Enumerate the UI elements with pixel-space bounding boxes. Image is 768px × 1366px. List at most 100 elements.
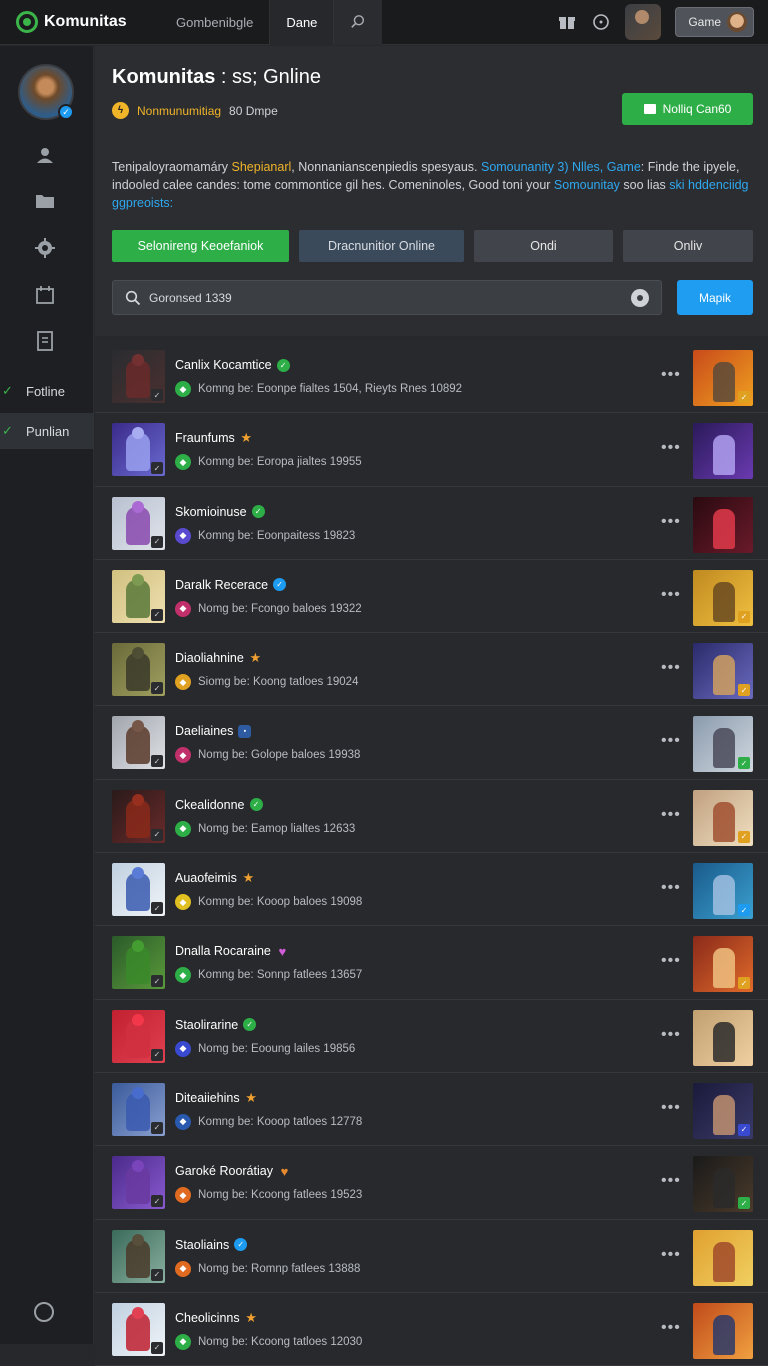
community-thumbnail[interactable]: ✓ [112,569,165,623]
desc-link[interactable]: Somounitay [554,178,620,192]
game-cover[interactable]: ✓ [693,1082,753,1139]
community-thumbnail[interactable]: ✓ [112,643,165,697]
game-cover[interactable] [693,423,753,480]
list-item[interactable]: ✓ Daralk Recerace ✓ ◆ Nomg be: Fcongo ba… [95,559,768,634]
community-thumbnail[interactable]: ✓ [112,716,165,770]
game-cover[interactable]: ✓ [693,1156,753,1213]
game-cover[interactable] [693,496,753,553]
list-item[interactable]: ✓ Canlix Kocamtice ✓ ◆ Komng be: Eoonpe … [95,340,768,414]
game-cover[interactable]: ✓ [693,643,753,700]
game-cover[interactable] [693,1302,753,1359]
more-options-icon[interactable]: ••• [661,1099,681,1117]
list-item[interactable]: ✓ Diaoliahnine ★ ◆ Siomg be: Koong tatlo… [95,633,768,707]
community-name[interactable]: Daralk Recerace ✓ [175,578,287,592]
game-cover[interactable] [693,1229,753,1286]
list-item[interactable]: ✓ Cheolicinns ★ ◆ Nomg be: Kcoong tatloe… [95,1292,768,1366]
community-name[interactable]: Skomioinuse ✓ [175,505,265,519]
more-options-icon[interactable]: ••• [661,1246,681,1264]
search-button[interactable]: Mapik [677,280,753,315]
more-options-icon[interactable]: ••• [661,732,681,750]
search-settings-icon[interactable] [631,288,649,307]
friend-avatar[interactable] [625,4,662,40]
community-thumbnail[interactable]: ✓ [112,350,165,403]
community-name[interactable]: Dnalla Rocaraine ♥ [175,944,289,959]
tab-gombenibgle[interactable]: Gombenibgle [160,0,269,45]
community-name[interactable]: Fraunfums ★ [175,430,253,445]
community-thumbnail[interactable]: ✓ [112,1302,165,1356]
more-options-icon[interactable]: ••• [661,513,681,531]
tab-dane[interactable]: Dane [269,0,335,45]
search-input[interactable] [149,290,623,305]
more-options-icon[interactable]: ••• [661,879,681,897]
more-options-icon[interactable]: ••• [661,952,681,970]
more-options-icon[interactable]: ••• [661,366,681,384]
community-name[interactable]: Diteaiiehins ★ [175,1090,258,1105]
game-cover[interactable]: ✓ [693,789,753,846]
list-item[interactable]: ✓ Dnalla Rocaraine ♥ ◆ Komng be: Sonnp f… [95,926,768,1000]
community-name[interactable]: Garoké Roorátiay ♥ [175,1164,291,1179]
game-cover[interactable]: ✓ [693,569,753,626]
more-options-icon[interactable]: ••• [661,1319,681,1337]
list-item[interactable]: ✓ Diteaiiehins ★ ◆ Komng be: Kooop tatlo… [95,1072,768,1147]
list-item[interactable]: ✓ Staolirarine ✓ ◆ Nomg be: Eooung laile… [95,999,768,1073]
community-thumbnail[interactable]: ✓ [112,1156,165,1210]
community-name[interactable]: Canlix Kocamtice ✓ [175,358,290,372]
list-item[interactable]: ✓ Skomioinuse ✓ ◆ Komng be: Eoonpaitess … [95,486,768,560]
desc-link[interactable]: Somounanity 3) Nlles, Game [481,160,641,174]
user-menu[interactable]: Game [675,7,754,37]
community-name[interactable]: Ckealidonne ✓ [175,798,263,812]
filter-tab-4[interactable]: Onliv [623,230,753,262]
community-name[interactable]: Daeliaines ▪ [175,724,252,738]
community-thumbnail[interactable]: ✓ [112,863,165,917]
community-name[interactable]: Staoliains ✓ [175,1238,248,1252]
community-name[interactable]: Auaofeimis ★ [175,870,255,885]
game-cover[interactable]: ✓ [693,863,753,920]
sidebar-item-punlian[interactable]: ✓ Punlian [0,413,94,449]
desc-highlight[interactable]: Shepianarl [232,160,292,174]
list-item[interactable]: ✓ Daeliaines ▪ ◆ Nomg be: Golope baloes … [95,706,768,780]
list-item[interactable]: ✓ Fraunfums ★ ◆ Komng be: Eoropa jialtes… [95,413,768,487]
game-cover[interactable] [693,1009,753,1066]
community-thumbnail[interactable]: ✓ [112,496,165,550]
list-item[interactable]: ✓ Ckealidonne ✓ ◆ Nomg be: Eamop lialtes… [95,779,768,854]
game-cover[interactable]: ✓ [693,350,753,406]
settings-circle-icon[interactable] [34,1302,54,1322]
calendar-icon[interactable] [34,284,56,306]
user-icon[interactable] [34,144,56,166]
community-thumbnail[interactable]: ✓ [112,1009,165,1063]
more-options-icon[interactable]: ••• [661,806,681,824]
community-thumbnail[interactable]: ✓ [112,936,165,990]
list-item[interactable]: ✓ Staoliains ✓ ◆ Nomg be: Romnp fatlees … [95,1219,768,1293]
more-options-icon[interactable]: ••• [661,1172,681,1190]
clock-icon[interactable] [591,12,611,32]
filter-tab-2[interactable]: Dracnunitior Online [299,230,464,262]
gear-icon[interactable] [34,237,56,259]
community-thumbnail[interactable]: ✓ [112,423,165,477]
join-button[interactable]: Nolliq Can60 [622,93,753,125]
user-chip-label: Game [688,15,721,29]
meta-name[interactable]: Nonmunumitiag [137,104,221,118]
more-options-icon[interactable]: ••• [661,439,681,457]
more-options-icon[interactable]: ••• [661,1026,681,1044]
more-options-icon[interactable]: ••• [661,586,681,604]
folder-icon[interactable] [34,190,56,212]
list-item[interactable]: ✓ Auaofeimis ★ ◆ Komng be: Kooop baloes … [95,853,768,927]
sidebar-item-fotline[interactable]: ✓ Fotline [0,373,94,409]
filter-tab-3[interactable]: Ondi [474,230,613,262]
gift-icon[interactable] [557,12,577,32]
game-cover[interactable]: ✓ [693,716,753,773]
community-name[interactable]: Diaoliahnine ★ [175,650,262,665]
game-cover[interactable]: ✓ [693,936,753,993]
thumbnail-figure [126,1166,150,1205]
document-icon[interactable] [34,331,56,353]
community-thumbnail[interactable]: ✓ [112,1229,165,1283]
filter-tab-1[interactable]: Selonireng Keoefaniok [112,230,289,262]
more-options-icon[interactable]: ••• [661,659,681,677]
app-logo[interactable]: Komunitas [0,0,160,45]
community-name[interactable]: Staolirarine ✓ [175,1018,257,1032]
top-search-button[interactable] [334,0,383,45]
community-thumbnail[interactable]: ✓ [112,1082,165,1136]
list-item[interactable]: ✓ Garoké Roorátiay ♥ ◆ Nomg be: Kcoong f… [95,1146,768,1220]
community-name[interactable]: Cheolicinns ★ [175,1310,258,1325]
community-thumbnail[interactable]: ✓ [112,789,165,843]
